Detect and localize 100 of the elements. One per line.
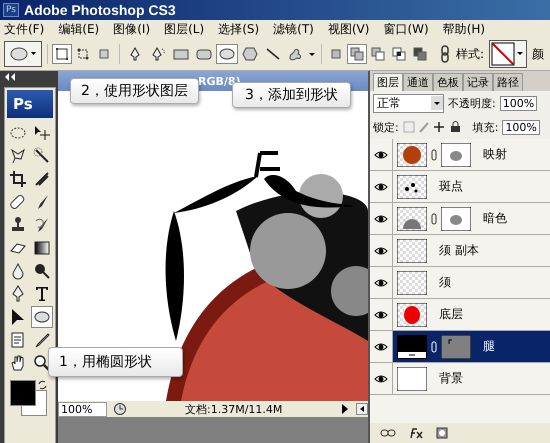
ellipse-tool-button[interactable] bbox=[216, 44, 238, 64]
scroll-left-icon[interactable] bbox=[356, 403, 368, 415]
layer-thumbnail bbox=[397, 238, 427, 262]
link-icon[interactable] bbox=[439, 45, 451, 63]
ellipse-icon bbox=[219, 47, 235, 61]
layer-name: 须 bbox=[439, 274, 451, 291]
dodge-icon bbox=[32, 262, 51, 280]
zoom-field[interactable]: 100% bbox=[58, 402, 108, 416]
layer-row[interactable]: 须 副本 bbox=[370, 235, 550, 267]
polygon-icon bbox=[242, 47, 258, 61]
menu-item[interactable]: 帮助(H) bbox=[442, 20, 486, 38]
play-icon[interactable] bbox=[340, 403, 350, 415]
zoom-icon bbox=[32, 354, 51, 372]
eye-icon[interactable] bbox=[374, 310, 388, 320]
no-style-icon bbox=[491, 42, 526, 66]
fill-pixels-icon bbox=[97, 47, 111, 61]
mask-thumbnail bbox=[441, 142, 471, 166]
layer-thumbnail bbox=[397, 302, 427, 326]
layer-row[interactable]: 腿 bbox=[370, 331, 550, 363]
layer-row[interactable]: 暗色 bbox=[370, 203, 550, 235]
fill-field[interactable]: 100% bbox=[502, 120, 540, 134]
layer-name: 映射 bbox=[483, 146, 507, 163]
eye-icon[interactable] bbox=[374, 246, 388, 256]
menu-item[interactable]: 图像(I) bbox=[113, 20, 150, 38]
eye-icon[interactable] bbox=[374, 374, 388, 384]
clock-icon[interactable] bbox=[113, 402, 128, 416]
annotation-tooltip: 3，添加到形状 bbox=[232, 82, 351, 108]
menu-item[interactable]: 窗口(W) bbox=[383, 20, 429, 38]
app-icon: Ps bbox=[3, 3, 19, 17]
opacity-field[interactable]: 100% bbox=[500, 96, 538, 110]
eye-icon[interactable] bbox=[374, 182, 388, 192]
eye-icon[interactable] bbox=[374, 150, 388, 160]
rectangle-icon bbox=[173, 47, 189, 61]
annotation-tooltip: 1，用椭圆形状 bbox=[48, 347, 183, 377]
layer-name: 背景 bbox=[439, 370, 463, 387]
eyedropper-icon bbox=[32, 331, 51, 349]
blend-mode-dropdown[interactable]: 正常 bbox=[373, 94, 444, 112]
eye-icon[interactable] bbox=[374, 214, 388, 224]
opacity-label: 不透明度: bbox=[448, 96, 496, 110]
new-area-icon bbox=[329, 47, 343, 61]
panel-tab[interactable]: 色板 bbox=[433, 73, 463, 91]
layer-name: 底层 bbox=[439, 306, 463, 323]
panel-tab[interactable]: 记录 bbox=[463, 73, 493, 91]
panel-tab[interactable]: 路径 bbox=[493, 73, 523, 91]
collapse-icon[interactable] bbox=[4, 73, 16, 81]
layer-thumbnail bbox=[397, 270, 427, 294]
swap-colors-icon[interactable] bbox=[38, 380, 48, 390]
layer-row[interactable]: 斑点 bbox=[370, 171, 550, 203]
link-layers-icon[interactable] bbox=[380, 428, 396, 438]
layer-row[interactable]: 背景 bbox=[370, 363, 550, 395]
panel-tab[interactable]: 通道 bbox=[403, 73, 433, 91]
crop-icon bbox=[9, 170, 28, 188]
rounded-rectangle-icon bbox=[196, 47, 212, 61]
shape-layer-icon bbox=[55, 47, 69, 61]
slice-icon bbox=[32, 170, 51, 188]
style-picker[interactable] bbox=[489, 40, 528, 68]
gradient-icon bbox=[32, 239, 51, 257]
eye-icon[interactable] bbox=[374, 278, 388, 288]
paths-icon bbox=[76, 47, 90, 61]
tool-preset-button[interactable] bbox=[4, 41, 42, 67]
add-area-icon bbox=[350, 47, 364, 61]
layer-mask-icon[interactable] bbox=[436, 427, 448, 439]
menu-item[interactable]: 图层(L) bbox=[164, 20, 204, 38]
mask-thumbnail bbox=[441, 206, 471, 230]
add-area-button[interactable] bbox=[347, 44, 367, 64]
menu-item[interactable]: 编辑(E) bbox=[58, 20, 100, 38]
layer-row[interactable]: 映射 bbox=[370, 139, 550, 171]
layer-row[interactable]: 须 bbox=[370, 267, 550, 299]
shape-layer-mode-button[interactable] bbox=[52, 44, 72, 64]
document-info: 文档:1.37M/11.4M bbox=[184, 402, 284, 416]
freeform-pen-icon bbox=[150, 47, 166, 61]
annotation-tooltip: 2，使用形状图层 bbox=[70, 78, 199, 104]
wand-icon bbox=[32, 147, 51, 165]
mask-thumbnail bbox=[441, 334, 471, 358]
layer-thumbnail bbox=[397, 174, 427, 198]
app-logo: Ps bbox=[7, 90, 53, 118]
exclude-area-icon bbox=[413, 47, 427, 61]
color-swatches[interactable] bbox=[10, 380, 48, 416]
custom-shape-icon bbox=[288, 47, 304, 61]
menu-item[interactable]: 选择(S) bbox=[218, 20, 260, 38]
layer-name: 斑点 bbox=[439, 178, 463, 195]
layer-name: 腿 bbox=[483, 338, 495, 355]
layer-row[interactable]: 底层 bbox=[370, 299, 550, 331]
menu-item[interactable]: 滤镜(T) bbox=[273, 20, 314, 38]
layer-name: 暗色 bbox=[483, 210, 507, 227]
layer-effects-icon[interactable] bbox=[408, 427, 424, 439]
layer-thumbnail bbox=[397, 206, 427, 230]
lasso-icon bbox=[9, 147, 28, 165]
layer-thumbnail bbox=[397, 366, 427, 390]
menu-item[interactable]: 视图(V) bbox=[328, 20, 370, 38]
eye-icon[interactable] bbox=[374, 342, 388, 352]
fill-label: 填充: bbox=[472, 120, 498, 134]
style-label: 样式: bbox=[456, 46, 484, 62]
panel-tab[interactable]: 图层 bbox=[373, 73, 403, 91]
intersect-area-icon bbox=[392, 47, 406, 61]
lock-options-icon[interactable] bbox=[402, 121, 463, 133]
window-title: Adobe Photoshop CS3 bbox=[24, 2, 176, 18]
menu-item[interactable]: 文件(F) bbox=[4, 20, 44, 38]
layer-thumbnail bbox=[397, 334, 427, 358]
ellipse-tool[interactable] bbox=[30, 306, 53, 328]
